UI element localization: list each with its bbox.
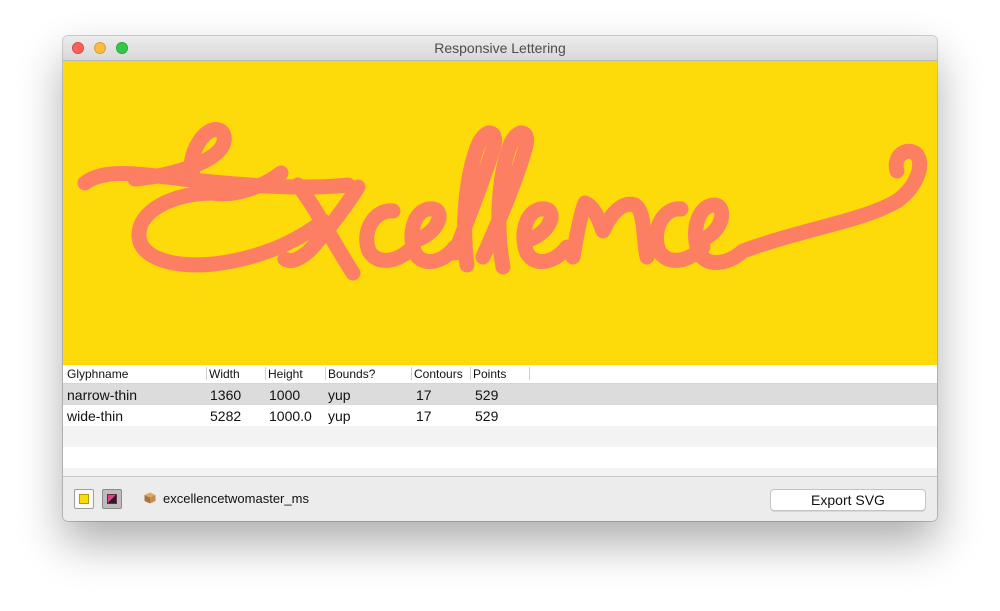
table-row[interactable]: wide-thin 5282 1000.0 yup 17 529 [63, 405, 937, 426]
empty-table-row [63, 447, 937, 468]
table-row[interactable]: narrow-thin 1360 1000 yup 17 529 [63, 384, 937, 405]
cell-glyphname: narrow-thin [67, 387, 138, 403]
cell-points: 529 [475, 387, 499, 403]
empty-table-row [63, 426, 937, 447]
column-divider[interactable] [206, 367, 207, 380]
font-file-name: excellencetwomaster_ms [163, 491, 309, 506]
table-header: Glyphname Width Height Bounds? Contours … [63, 365, 937, 384]
cell-points: 529 [475, 408, 499, 424]
cell-contours: 17 [416, 408, 432, 424]
yellow-swatch-icon [79, 494, 89, 504]
lettering-preview [63, 61, 937, 365]
column-header-height[interactable]: Height [268, 367, 303, 381]
cell-height: 1000 [269, 387, 301, 403]
excellence-lettering-artwork [77, 122, 928, 281]
empty-table-row [63, 468, 937, 476]
column-header-width[interactable]: Width [209, 367, 240, 381]
column-header-points[interactable]: Points [473, 367, 506, 381]
app-window: Responsive Lettering Glyphname Width Hei… [63, 36, 937, 521]
cell-bounds: yup [328, 387, 351, 403]
fill-color-button[interactable] [74, 489, 94, 509]
column-divider[interactable] [325, 367, 326, 380]
cell-width: 5282 [210, 408, 242, 424]
bottom-toolbar: excellencetwomaster_ms Export SVG [63, 476, 937, 521]
gradient-color-button[interactable] [102, 489, 122, 509]
column-divider[interactable] [411, 367, 412, 380]
cell-width: 1360 [210, 387, 242, 403]
pink-swatch-icon [107, 494, 117, 504]
column-divider[interactable] [470, 367, 471, 380]
column-header-glyphname[interactable]: Glyphname [67, 367, 128, 381]
window-title: Responsive Lettering [434, 40, 566, 56]
column-header-bounds[interactable]: Bounds? [328, 367, 375, 381]
column-divider[interactable] [529, 367, 530, 380]
cell-glyphname: wide-thin [67, 408, 124, 424]
column-divider[interactable] [265, 367, 266, 380]
title-bar: Responsive Lettering [63, 36, 937, 61]
cell-bounds: yup [328, 408, 351, 424]
column-header-contours[interactable]: Contours [414, 367, 463, 381]
glyph-table: Glyphname Width Height Bounds? Contours … [63, 365, 937, 476]
export-svg-button[interactable]: Export SVG [770, 489, 926, 511]
cell-contours: 17 [416, 387, 432, 403]
cell-height: 1000.0 [269, 408, 312, 424]
font-file-icon [144, 492, 156, 504]
